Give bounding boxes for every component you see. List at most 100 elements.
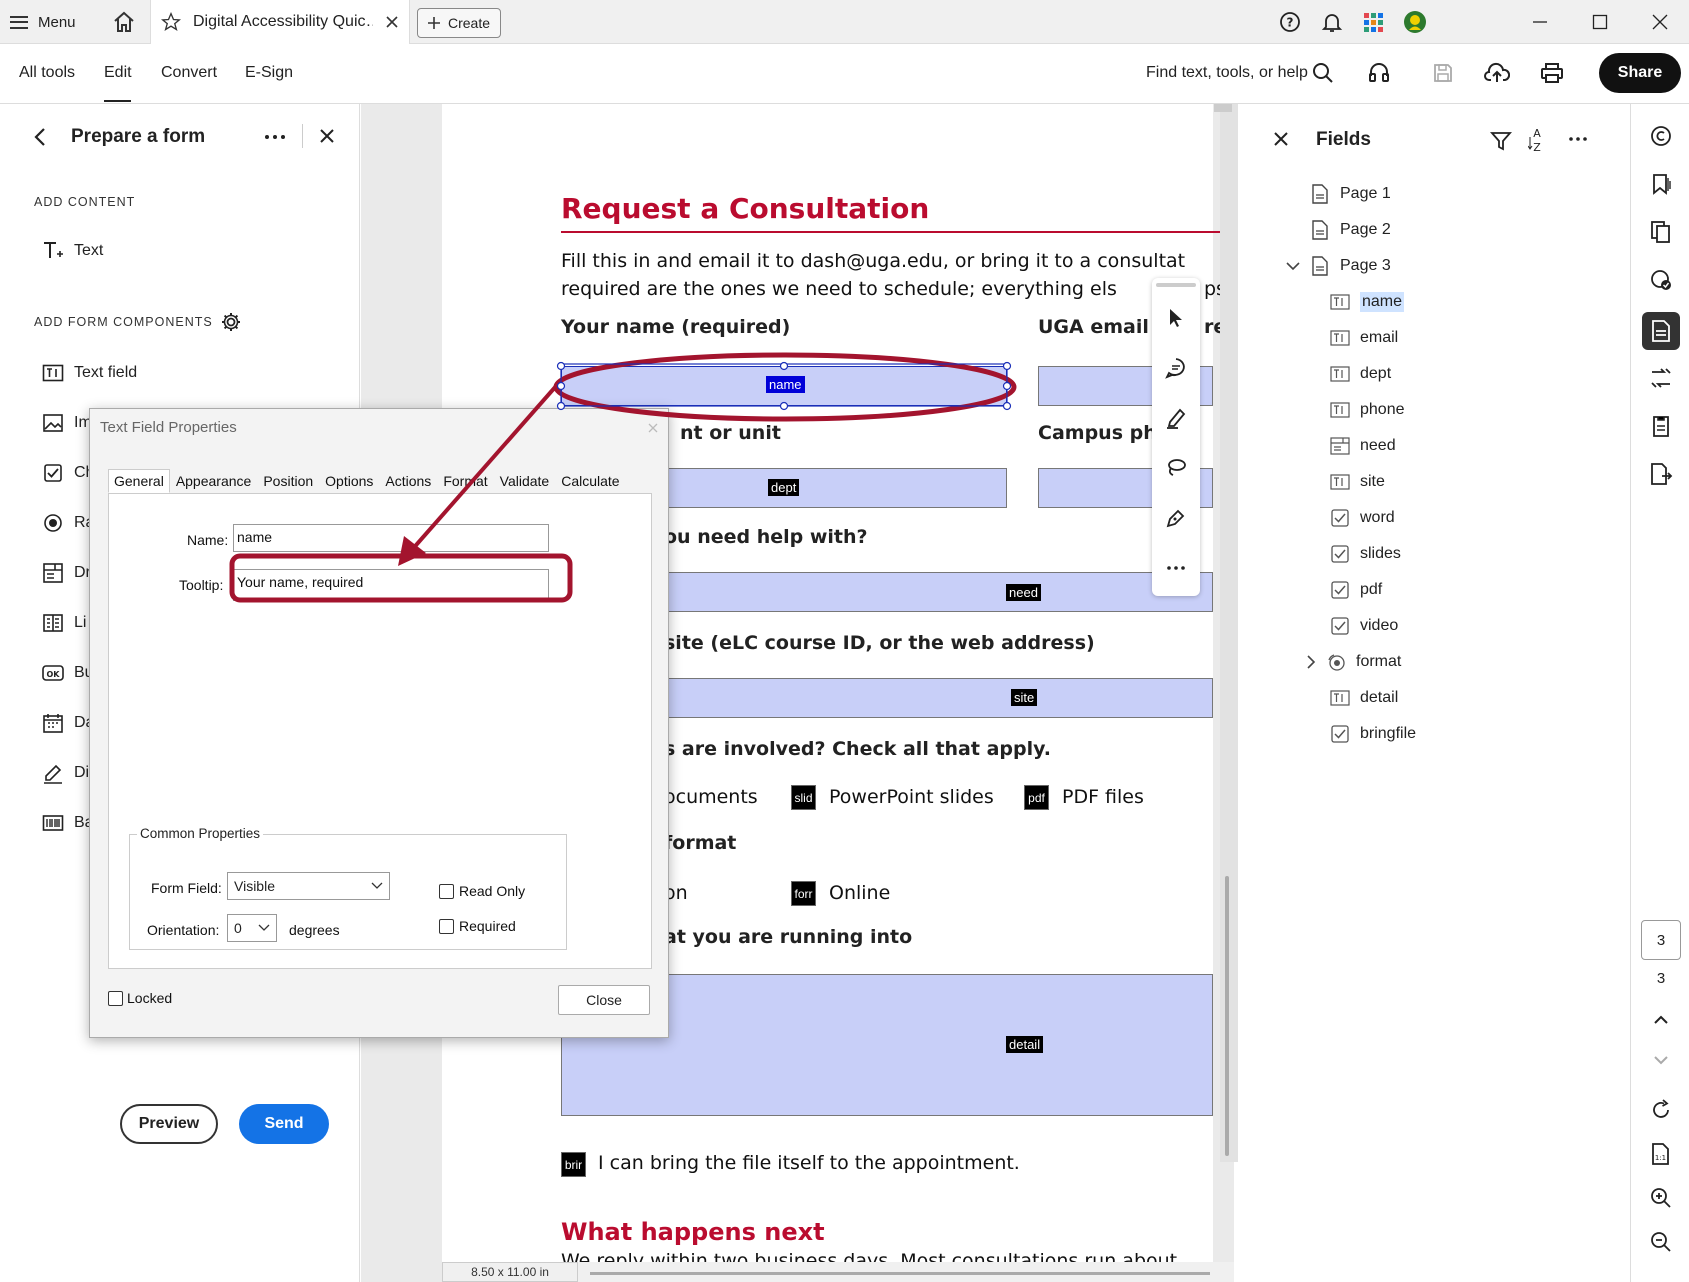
close-fields-icon[interactable] bbox=[1274, 132, 1288, 146]
select-pointer-icon[interactable] bbox=[1152, 298, 1200, 338]
minimize-icon[interactable] bbox=[1528, 10, 1552, 34]
tree-field-format[interactable]: format bbox=[1306, 646, 1401, 678]
tab-actions[interactable]: Actions bbox=[379, 469, 437, 493]
tree-field-slides[interactable]: slides bbox=[1330, 538, 1401, 570]
notifications-icon[interactable] bbox=[1320, 10, 1344, 34]
name-input[interactable]: name bbox=[233, 524, 549, 552]
component-date[interactable]: Da bbox=[42, 712, 94, 734]
menu-button[interactable]: Menu bbox=[10, 8, 76, 36]
prepare-form-rail-icon[interactable] bbox=[1642, 312, 1680, 350]
component-dropdown[interactable]: Dr bbox=[42, 562, 91, 584]
bookmark-icon[interactable] bbox=[1645, 168, 1677, 200]
site-form-field[interactable] bbox=[660, 678, 1213, 718]
close-window-icon[interactable] bbox=[1648, 10, 1672, 34]
home-icon[interactable] bbox=[112, 10, 136, 34]
bringfile-checkbox[interactable]: brir bbox=[561, 1152, 586, 1177]
required-checkbox[interactable] bbox=[439, 919, 454, 934]
component-image[interactable]: Im bbox=[42, 412, 92, 434]
tree-field-name[interactable]: name bbox=[1330, 286, 1405, 318]
comment-icon[interactable] bbox=[1152, 348, 1200, 388]
send-button[interactable]: Send bbox=[239, 1104, 329, 1144]
search-icon[interactable] bbox=[1312, 62, 1334, 84]
tree-field-word[interactable]: word bbox=[1330, 502, 1395, 534]
tab-options[interactable]: Options bbox=[319, 469, 379, 493]
sign-pen-icon[interactable] bbox=[1152, 498, 1200, 538]
accessibility-check-icon[interactable] bbox=[1645, 264, 1677, 296]
component-checkbox[interactable]: Ch bbox=[42, 462, 94, 484]
back-arrow-icon[interactable] bbox=[30, 126, 52, 148]
highlight-pen-icon[interactable] bbox=[1152, 398, 1200, 438]
add-text-tool[interactable]: Text bbox=[42, 240, 103, 262]
tree-field-pdf[interactable]: pdf bbox=[1330, 574, 1382, 606]
tree-field-site[interactable]: site bbox=[1330, 466, 1385, 498]
ai-assistant-icon[interactable] bbox=[1645, 120, 1677, 152]
settings-gear-icon[interactable] bbox=[220, 311, 242, 333]
find-label[interactable]: Find text, tools, or help bbox=[1146, 64, 1308, 82]
tree-field-need[interactable]: need bbox=[1330, 430, 1396, 462]
close-panel-icon[interactable] bbox=[320, 129, 334, 143]
lasso-draw-icon[interactable] bbox=[1152, 448, 1200, 488]
tree-item-page-1[interactable]: Page 1 bbox=[1310, 178, 1391, 210]
preview-button[interactable]: Preview bbox=[120, 1104, 218, 1144]
pages-thumbnails-icon[interactable] bbox=[1645, 216, 1677, 248]
zoom-in-icon[interactable] bbox=[1645, 1182, 1677, 1214]
save-icon[interactable] bbox=[1432, 62, 1454, 84]
more-options-icon[interactable] bbox=[264, 128, 286, 146]
dialog-close-icon[interactable] bbox=[642, 417, 664, 439]
tree-field-phone[interactable]: phone bbox=[1330, 394, 1405, 426]
form-field-select[interactable]: Visible bbox=[227, 872, 390, 900]
help-icon[interactable]: ? bbox=[1278, 10, 1302, 34]
current-page-input[interactable]: 3 bbox=[1641, 920, 1681, 960]
vertical-scrollbar[interactable] bbox=[1220, 104, 1238, 1162]
rotate-icon[interactable] bbox=[1645, 1094, 1677, 1126]
document-properties-icon[interactable] bbox=[1645, 410, 1677, 442]
horizontal-scrollbar-thumb[interactable] bbox=[590, 1272, 1210, 1275]
expand-chevron-right-icon[interactable] bbox=[1306, 655, 1316, 669]
tab-position[interactable]: Position bbox=[257, 469, 319, 493]
drag-handle[interactable] bbox=[1156, 283, 1196, 287]
print-icon[interactable] bbox=[1540, 62, 1564, 84]
tree-field-email[interactable]: email bbox=[1330, 322, 1398, 354]
tab-appearance[interactable]: Appearance bbox=[170, 469, 258, 493]
expand-chevron-down-icon[interactable] bbox=[1286, 261, 1300, 271]
fit-page-icon[interactable]: 1:1 bbox=[1645, 1138, 1677, 1170]
orientation-select[interactable]: 0 bbox=[227, 914, 277, 942]
compare-icon[interactable] bbox=[1645, 362, 1677, 394]
filter-icon[interactable] bbox=[1490, 130, 1512, 152]
locked-checkbox[interactable] bbox=[108, 991, 123, 1006]
tree-field-bringfile[interactable]: bringfile bbox=[1330, 718, 1416, 750]
tab-esign[interactable]: E-Sign bbox=[245, 64, 293, 82]
read-aloud-icon[interactable] bbox=[1368, 62, 1390, 84]
close-button[interactable]: Close bbox=[558, 985, 650, 1015]
export-document-icon[interactable] bbox=[1645, 458, 1677, 490]
slides-checkbox[interactable]: slid bbox=[791, 785, 816, 810]
tree-field-detail[interactable]: detail bbox=[1330, 682, 1398, 714]
document-tab[interactable]: Digital Accessibility Quic… bbox=[150, 0, 410, 44]
zoom-out-icon[interactable] bbox=[1645, 1226, 1677, 1258]
maximize-icon[interactable] bbox=[1588, 10, 1612, 34]
cloud-upload-icon[interactable] bbox=[1484, 61, 1510, 85]
tree-item-page-2[interactable]: Page 2 bbox=[1310, 214, 1391, 246]
tab-edit[interactable]: Edit bbox=[104, 64, 132, 82]
tab-convert[interactable]: Convert bbox=[161, 64, 217, 82]
tab-format[interactable]: Format bbox=[437, 469, 493, 493]
format-radio[interactable]: forr bbox=[791, 881, 816, 906]
star-icon[interactable] bbox=[161, 12, 181, 32]
component-list[interactable]: Li bbox=[42, 612, 86, 634]
read-only-checkbox[interactable] bbox=[439, 884, 454, 899]
tree-item-page-3[interactable]: Page 3 bbox=[1286, 250, 1391, 282]
vertical-scrollbar-thumb[interactable] bbox=[1225, 876, 1229, 1156]
chevron-up-icon[interactable] bbox=[1645, 1004, 1677, 1036]
sort-az-icon[interactable]: AZ bbox=[1528, 126, 1546, 154]
avatar[interactable] bbox=[1403, 10, 1427, 34]
dept-form-field[interactable] bbox=[660, 468, 1007, 508]
close-tab-icon[interactable] bbox=[385, 15, 399, 29]
fields-more-icon[interactable] bbox=[1568, 136, 1588, 142]
tooltip-input[interactable]: Your name, required bbox=[233, 569, 549, 601]
component-text-field[interactable]: Text field bbox=[42, 362, 137, 384]
tab-calculate[interactable]: Calculate bbox=[555, 469, 625, 493]
tab-all-tools[interactable]: All tools bbox=[19, 64, 75, 82]
tab-validate[interactable]: Validate bbox=[494, 469, 556, 493]
component-button[interactable]: OK Bu bbox=[42, 662, 94, 684]
component-barcode[interactable]: Ba bbox=[42, 812, 94, 834]
